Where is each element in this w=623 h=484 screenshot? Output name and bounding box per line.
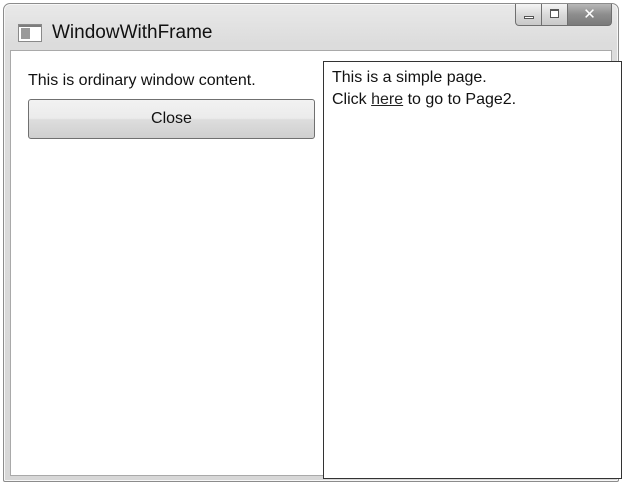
app-icon-bar bbox=[19, 25, 41, 27]
page-link-line: Click here to go to Page2. bbox=[332, 91, 516, 109]
window-title: WindowWithFrame bbox=[52, 22, 213, 43]
page-text: This is a simple page. bbox=[332, 69, 487, 86]
link-prefix-text: Click bbox=[332, 91, 372, 108]
page-frame: This is a simple page. Click here to go … bbox=[323, 61, 622, 479]
close-button[interactable]: Close bbox=[28, 99, 315, 139]
window: WindowWithFrame ✕ This is ordinary windo… bbox=[3, 3, 622, 482]
title-bar[interactable]: WindowWithFrame ✕ bbox=[4, 4, 618, 50]
page2-link[interactable]: here bbox=[371, 91, 403, 108]
link-suffix-text: to go to Page2. bbox=[403, 91, 517, 108]
maximize-icon bbox=[550, 9, 559, 18]
window-client-area: This is ordinary window content. Close T… bbox=[10, 50, 622, 479]
minimize-icon bbox=[524, 16, 534, 19]
window-app-icon[interactable] bbox=[18, 24, 42, 42]
close-icon: ✕ bbox=[583, 5, 596, 23]
window-content-text: This is ordinary window content. bbox=[28, 72, 256, 89]
maximize-button[interactable] bbox=[542, 4, 568, 26]
app-icon-pane bbox=[21, 28, 30, 39]
close-window-button[interactable]: ✕ bbox=[568, 4, 612, 26]
caption-buttons: ✕ bbox=[515, 4, 612, 28]
minimize-button[interactable] bbox=[515, 4, 542, 26]
